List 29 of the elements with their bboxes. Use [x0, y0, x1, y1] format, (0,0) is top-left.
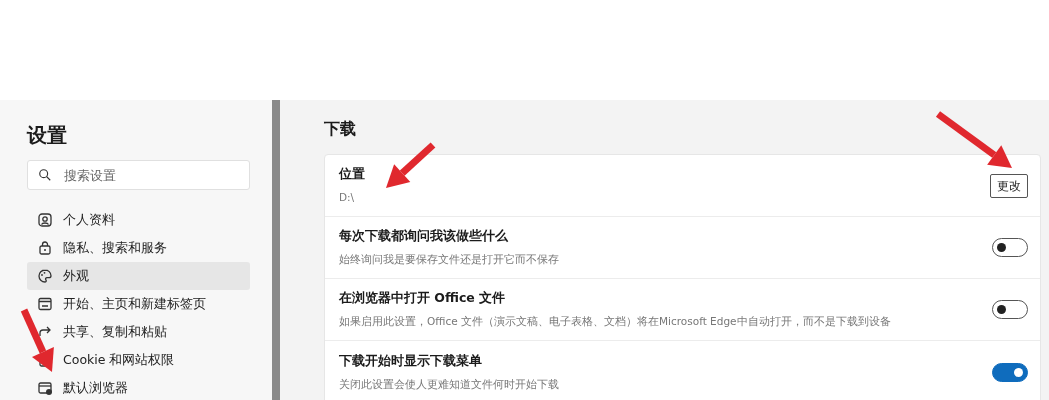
- sidebar-item[interactable]: 共享、复制和粘贴: [27, 318, 250, 346]
- lock-icon: [37, 240, 53, 256]
- sidebar-item[interactable]: 开始、主页和新建标签页: [27, 290, 250, 318]
- change-button[interactable]: 更改: [990, 173, 1028, 198]
- annotation-arrow: [20, 308, 54, 372]
- setting-title: 在浏览器中打开 Office 文件: [339, 289, 507, 308]
- sidebar-item[interactable]: 外观: [27, 262, 250, 290]
- setting-description: 关闭此设置会使人更难知道文件何时开始下载: [339, 376, 560, 392]
- sidebar-item[interactable]: 个人资料: [27, 206, 250, 234]
- setting-title: 位置: [339, 165, 366, 184]
- sidebar-item[interactable]: 默认浏览器: [27, 374, 250, 400]
- browser-icon: [37, 380, 53, 396]
- toggle-switch[interactable]: [992, 238, 1028, 257]
- annotation-arrow: [386, 142, 436, 188]
- setting-description: 如果启用此设置，Office 文件（演示文稿、电子表格、文档）将在Microsoft Edge中自动打开，而不是下载到设备: [339, 314, 892, 329]
- search-field[interactable]: 搜索设置: [27, 160, 250, 190]
- setting-title: 每次下载都询问我该做些什么: [339, 227, 509, 246]
- setting-description: 始终询问我是要保存文件还是打开它而不保存: [339, 252, 560, 267]
- palette-icon: [37, 268, 53, 284]
- settings-title: 设置: [27, 122, 68, 149]
- setting-description: D:\: [339, 190, 356, 205]
- window-icon: [37, 296, 53, 312]
- scrollbar[interactable]: [272, 100, 280, 400]
- profile-icon: [37, 212, 53, 228]
- setting-title: 下载开始时显示下载菜单: [339, 351, 483, 370]
- toggle-switch[interactable]: [992, 362, 1028, 382]
- section-title: 下载: [324, 118, 357, 140]
- sidebar-item[interactable]: 隐私、搜索和服务: [27, 234, 250, 262]
- toggle-switch[interactable]: [992, 300, 1028, 319]
